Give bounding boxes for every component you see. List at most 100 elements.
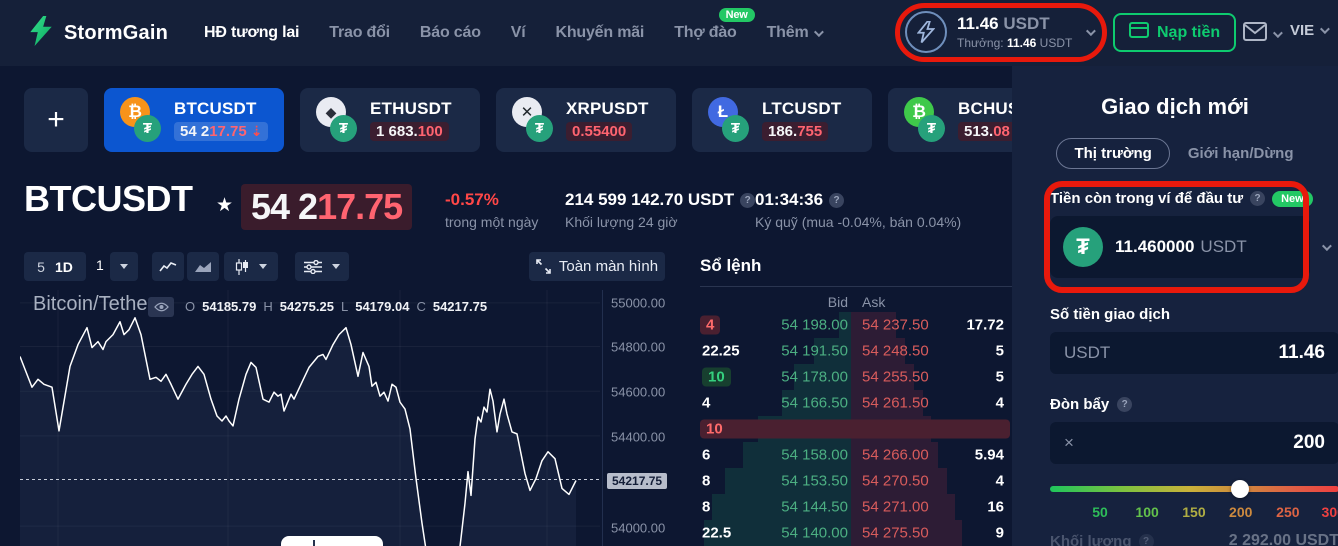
order-book-row[interactable]: 22.25 54 191.50 54 248.50 5 — [700, 338, 1012, 364]
indicators-button[interactable] — [295, 252, 349, 281]
nav-item-reports[interactable]: Báo cáo — [420, 24, 481, 42]
divider — [700, 286, 1012, 287]
order-book-row[interactable]: 6 54 158.00 54 266.00 5.94 — [700, 442, 1012, 468]
instrument-symbol: ETHUSDT — [370, 99, 452, 118]
price-axis[interactable]: 55000.00 54800.00 54600.00 54400.00 5400… — [602, 290, 692, 546]
wallet-bonus: Thưởng: 11.46 USDT — [957, 36, 1073, 50]
funds-label: Tiền còn trong ví để đầu tư — [1050, 190, 1244, 207]
language-selector[interactable]: VIE — [1290, 22, 1331, 39]
eye-toggle-button[interactable] — [148, 297, 174, 317]
tether-icon: ₮ — [330, 115, 357, 142]
ohlc-values: O 54185.79 H 54275.25 L 54179.04 C 54217.75 — [185, 299, 488, 314]
slider-thumb[interactable] — [1230, 480, 1249, 498]
triangle-down-icon — [259, 264, 267, 269]
leverage-input[interactable]: × 200 — [1050, 422, 1338, 464]
high-value: 54275.25 — [279, 299, 334, 314]
tick-200[interactable]: 200 — [1229, 504, 1252, 520]
nav-item-exchange[interactable]: Trao đổi — [329, 24, 390, 42]
amount-input[interactable]: USDT 11.46 — [1050, 332, 1338, 374]
candlestick-icon — [235, 258, 248, 275]
help-icon[interactable]: ? — [1138, 533, 1154, 546]
timeframe-5: 5 — [37, 258, 45, 275]
tab-market[interactable]: Thị trường — [1056, 138, 1170, 169]
instrument-tab-bchusd[interactable]: ₿ ₮ BCHUSD 513.08⇣ — [888, 88, 1012, 152]
order-book-row[interactable]: 8 54 153.50 54 270.50 4 — [700, 468, 1012, 494]
order-type-tabs: Thị trường Giới hạn/Dừng — [1012, 138, 1338, 169]
change-stat: -0.57% trong một ngày — [445, 190, 538, 230]
order-book-row[interactable]: 4 54 166.50 54 261.50 4 — [700, 390, 1012, 416]
timeframe-1d: 1D — [54, 258, 73, 275]
nav-item-futures[interactable]: HĐ tương lai — [204, 24, 299, 42]
leverage-prefix: × — [1064, 433, 1074, 452]
leverage-label: Đòn bẩy? — [1050, 396, 1133, 413]
amount-value: 11.46 — [1278, 342, 1326, 363]
order-book-row[interactable]: 10 54 178.00 54 255.50 5 — [700, 364, 1012, 390]
help-icon[interactable]: ? — [1250, 191, 1266, 206]
bid-column-header: Bid — [827, 294, 848, 310]
tab-limit-stop[interactable]: Giới hạn/Dừng — [1188, 145, 1294, 162]
instrument-tab-ethusdt[interactable]: ◆ ₮ ETHUSDT 1 683. 100 — [300, 88, 480, 152]
leverage-slider[interactable] — [1050, 480, 1338, 498]
eye-icon — [153, 302, 169, 312]
leverage-value: 200 — [1293, 432, 1325, 453]
interval-dropdown[interactable] — [110, 252, 138, 281]
line-chart-type-button[interactable] — [152, 252, 184, 281]
timeframe-switcher[interactable]: 5 1D — [24, 252, 86, 281]
nav-item-promo[interactable]: Khuyến mãi — [555, 24, 644, 42]
volume-stat: 214 599 142.70 USDT? Khối lượng 24 giờ — [565, 190, 756, 230]
order-book-row[interactable]: 1.5554 161.5454 262.0010 — [700, 416, 1012, 442]
leverage-tick-labels: 50 100 150 200 250 300 — [1050, 504, 1338, 520]
nav-item-more[interactable]: Thêm — [767, 24, 825, 42]
ticker-symbol: BTCUSDT — [24, 178, 193, 219]
main-content: + ₿ ₮ BTCUSDT 54 2 17.75 ⇣ ◆ ₮ ETHUSDT 1 6… — [0, 66, 1012, 546]
nav-item-wallet[interactable]: Ví — [511, 24, 526, 42]
volume-caption: Khối lượng 24 giờ — [565, 214, 678, 230]
area-chart-icon — [195, 261, 211, 272]
countdown-stat: 01:34:36? Ký quỹ (mua -0.04%, bán 0.04%) — [755, 190, 961, 230]
triangle-down-icon — [332, 264, 340, 269]
brand[interactable]: StormGain — [28, 15, 168, 51]
instrument-price: 0.55400 — [566, 122, 633, 142]
order-book-row[interactable]: 4 54 198.00 54 237.50 17.72 — [700, 312, 1012, 338]
instrument-price: 54 2 17.75 ⇣ — [174, 122, 269, 141]
order-book-row[interactable]: 8 54 144.50 54 271.00 16 — [700, 494, 1012, 520]
new-badge: New — [1272, 190, 1313, 207]
tick-50[interactable]: 50 — [1092, 504, 1108, 520]
slider-track[interactable] — [1050, 486, 1338, 492]
price-chart[interactable]: Bitcoin/Tether O 54185.79 H 54275.25 L 5417… — [20, 290, 600, 546]
deposit-button[interactable]: Nạp tiền — [1113, 13, 1237, 52]
instrument-price: 513.08⇣ — [958, 122, 1012, 141]
favorite-star-icon[interactable]: ★ — [216, 194, 233, 217]
instrument-tab-ltcusdt[interactable]: Ł ₮ LTCUSDT 186. 755 — [692, 88, 872, 152]
tick-250[interactable]: 250 — [1276, 504, 1299, 520]
countdown-value: 01:34:36 — [755, 190, 824, 209]
fullscreen-icon — [536, 259, 551, 274]
help-icon[interactable]: ? — [1117, 397, 1133, 412]
instrument-symbol: BTCUSDT — [174, 99, 257, 118]
tether-icon: ₮ — [526, 115, 553, 142]
nav-item-miner[interactable]: Thợ đào New — [674, 8, 755, 42]
fullscreen-button[interactable]: Toàn màn hình — [529, 252, 665, 281]
help-icon[interactable]: ? — [829, 192, 845, 208]
wallet-balance-widget[interactable]: 11.46 USDT Thưởng: 11.46 USDT — [905, 11, 1097, 53]
funds-wallet-selector[interactable]: ₮ 11.460000 USDT — [1050, 216, 1310, 278]
axis-tick: 55000.00 — [611, 295, 666, 311]
interval-value: 1 — [96, 257, 104, 273]
help-icon[interactable]: ? — [740, 192, 756, 208]
tick-300[interactable]: 300 — [1322, 504, 1338, 520]
area-chart-type-button[interactable] — [187, 252, 219, 281]
chevron-down-icon — [1272, 27, 1283, 38]
add-instrument-button[interactable]: + — [24, 88, 88, 152]
tick-150[interactable]: 150 — [1182, 504, 1205, 520]
instrument-tab-xrpusdt[interactable]: ✕ ₮ XRPUSDT 0.55400 — [496, 88, 676, 152]
funds-currency: USDT — [1200, 237, 1247, 256]
mail-menu[interactable] — [1243, 22, 1283, 46]
order-book-title: Sổ lệnh — [700, 256, 762, 275]
order-book-row[interactable]: 22.5 54 140.00 54 275.50 9 — [700, 520, 1012, 546]
tick-100[interactable]: 100 — [1135, 504, 1158, 520]
tether-icon: ₮ — [918, 115, 945, 142]
instrument-symbol: BCHUSD — [958, 99, 1012, 118]
instrument-tab-btcusdt[interactable]: ₿ ₮ BTCUSDT 54 2 17.75 ⇣ — [104, 88, 284, 152]
margin-caption: Ký quỹ (mua -0.04%, bán 0.04%) — [755, 214, 962, 230]
candlestick-type-button[interactable] — [224, 252, 278, 281]
